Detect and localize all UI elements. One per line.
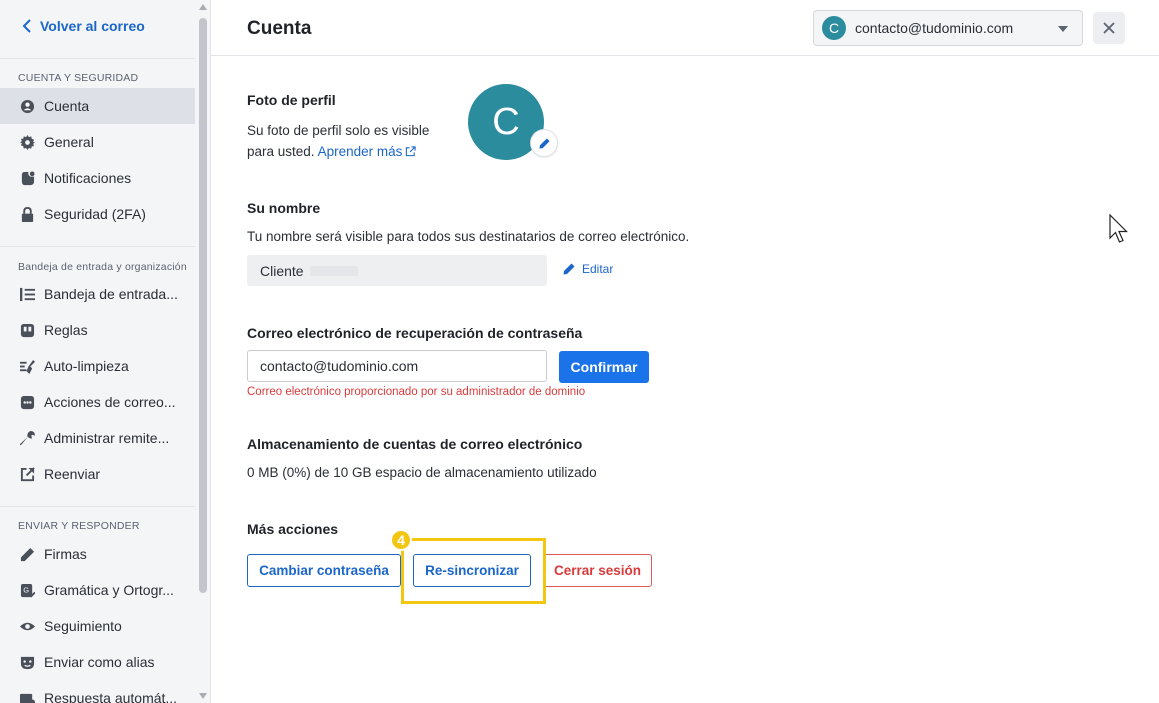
name-title: Su nombre: [247, 200, 321, 216]
gear-icon: [20, 134, 35, 150]
sidebar-item-administrar[interactable]: Administrar remite...: [0, 420, 195, 456]
notification-icon: [20, 170, 35, 186]
resync-button[interactable]: Re-sincronizar: [413, 554, 531, 587]
scroll-thumb[interactable]: [199, 18, 207, 593]
sidebar-item-label: General: [44, 134, 94, 150]
settings-sidebar: Volver al correo CUENTA Y SEGURIDAD Cuen…: [0, 0, 211, 703]
eye-icon: [20, 619, 35, 634]
sidebar-item-label: Firmas: [44, 546, 87, 562]
tutorial-step-badge: 4: [390, 529, 412, 551]
sidebar-divider: [0, 246, 195, 247]
profile-photo-title: Foto de perfil: [247, 92, 336, 108]
sidebar-item-label: Enviar como alias: [44, 654, 155, 670]
sidebar-item-auto-limpieza[interactable]: Auto-limpieza: [0, 348, 195, 384]
list-order-icon: [20, 287, 35, 302]
scroll-down-arrow-icon[interactable]: [199, 693, 207, 699]
svg-text:G: G: [23, 585, 29, 594]
section-header-inbox: Bandeja de entrada y organización: [18, 261, 187, 273]
sidebar-item-acciones[interactable]: Acciones de correo...: [0, 384, 195, 420]
settings-header: Cuenta C contacto@tudominio.com: [211, 0, 1159, 56]
sidebar-item-label: Bandeja de entrada...: [44, 286, 178, 302]
profile-photo-description: Su foto de perfil solo es visible para u…: [247, 120, 429, 162]
sidebar-item-reglas[interactable]: Reglas: [0, 312, 195, 348]
sidebar-item-label: Reglas: [44, 322, 88, 338]
pencil-icon: [538, 137, 550, 149]
sidebar-item-seguimiento[interactable]: Seguimiento: [0, 608, 195, 644]
account-selector[interactable]: C contacto@tudominio.com: [813, 10, 1083, 46]
sidebar-item-label: Administrar remite...: [44, 430, 170, 446]
storage-title: Almacenamiento de cuentas de correo elec…: [247, 436, 583, 452]
broom-icon: [20, 359, 35, 374]
profile-photo-desc-line2: para usted. Aprender más: [247, 141, 429, 162]
sidebar-item-bandeja[interactable]: Bandeja de entrada...: [0, 276, 195, 312]
recovery-email-error: Correo electrónico proporcionado por su …: [247, 386, 586, 398]
sidebar-item-label: Seguimiento: [44, 618, 122, 634]
close-icon: [1103, 22, 1115, 34]
sidebar-item-label: Gramática y Ortogr...: [44, 582, 174, 598]
edit-avatar-button[interactable]: [531, 130, 557, 156]
sidebar-item-cuenta[interactable]: Cuenta: [0, 88, 195, 124]
sidebar-divider: [0, 58, 195, 59]
user-circle-icon: [20, 99, 35, 114]
pen-icon: [20, 547, 35, 562]
sidebar-item-label: Seguridad (2FA): [44, 206, 146, 222]
sidebar-item-respuesta[interactable]: Respuesta automát...: [0, 680, 195, 703]
section-header-send: ENVIAR Y RESPONDER: [18, 520, 140, 532]
sidebar-item-label: Cuenta: [44, 98, 90, 114]
logout-button[interactable]: Cerrar sesión: [543, 554, 652, 587]
auto-reply-icon: [20, 691, 35, 703]
name-description: Tu nombre será visible para todos sus de…: [247, 229, 690, 244]
sidebar-item-firmas[interactable]: Firmas: [0, 536, 195, 572]
page-title: Cuenta: [247, 18, 312, 39]
confirm-button[interactable]: Confirmar: [559, 351, 649, 383]
storage-usage: 0 MB (0%) de 10 GB espacio de almacenami…: [247, 465, 597, 480]
name-value: Cliente: [260, 262, 304, 279]
sidebar-item-reenviar[interactable]: Reenviar: [0, 456, 195, 492]
grammar-icon: G: [20, 583, 35, 598]
learn-more-link[interactable]: Aprender más: [318, 144, 417, 159]
sidebar-item-label: Respuesta automát...: [44, 690, 178, 703]
name-field: Cliente: [247, 255, 547, 286]
account-avatar: C: [822, 16, 846, 40]
sidebar-item-notificaciones[interactable]: Notificaciones: [0, 160, 195, 196]
scroll-up-arrow-icon[interactable]: [199, 4, 207, 10]
more-actions-title: Más acciones: [247, 521, 339, 537]
sidebar-item-alias[interactable]: Enviar como alias: [0, 644, 195, 680]
edit-name-label: Editar: [582, 262, 614, 276]
sidebar-item-label: Auto-limpieza: [44, 358, 129, 374]
pencil-icon: [563, 263, 575, 275]
edit-name-link[interactable]: Editar: [563, 262, 613, 276]
forward-icon: [20, 466, 35, 482]
close-button[interactable]: [1093, 12, 1125, 44]
profile-photo-desc-line1: Su foto de perfil solo es visible: [247, 123, 430, 138]
sidebar-item-label: Reenviar: [44, 466, 101, 482]
sidebar-divider: [0, 506, 195, 507]
back-to-mail-label: Volver al correo: [40, 18, 145, 34]
change-password-button[interactable]: Cambiar contraseña: [247, 554, 401, 587]
sidebar-item-label: Acciones de correo...: [44, 394, 176, 410]
recovery-email-title: Correo electrónico de recuperación de co…: [247, 325, 583, 341]
section-header-account: CUENTA Y SEGURIDAD: [18, 72, 139, 84]
rules-icon: [20, 323, 35, 338]
account-email: contacto@tudominio.com: [855, 20, 1014, 36]
redacted-surname: [309, 265, 358, 276]
profile-photo-desc-text: para usted.: [247, 144, 315, 159]
wrench-icon: [20, 430, 35, 446]
back-to-mail-link[interactable]: Volver al correo: [22, 18, 145, 34]
lock-icon: [20, 206, 35, 222]
chevron-left-icon: [22, 19, 31, 33]
sidebar-item-seguridad[interactable]: Seguridad (2FA): [0, 196, 195, 232]
sidebar-item-general[interactable]: General: [0, 124, 195, 160]
external-link-icon: [406, 146, 416, 157]
mouse-cursor-icon: [1109, 214, 1128, 243]
sidebar-item-label: Notificaciones: [44, 170, 132, 186]
learn-more-label: Aprender más: [317, 144, 403, 159]
sidebar-scrollbar[interactable]: [196, 0, 210, 703]
mask-icon: [20, 655, 35, 670]
recovery-email-input[interactable]: [247, 350, 547, 382]
actions-icon: [20, 395, 35, 410]
account-settings-content: Foto de perfil Su foto de perfil solo es…: [247, 56, 1127, 703]
sidebar-item-gramatica[interactable]: G Gramática y Ortogr...: [0, 572, 195, 608]
chevron-down-icon: [1058, 26, 1068, 32]
